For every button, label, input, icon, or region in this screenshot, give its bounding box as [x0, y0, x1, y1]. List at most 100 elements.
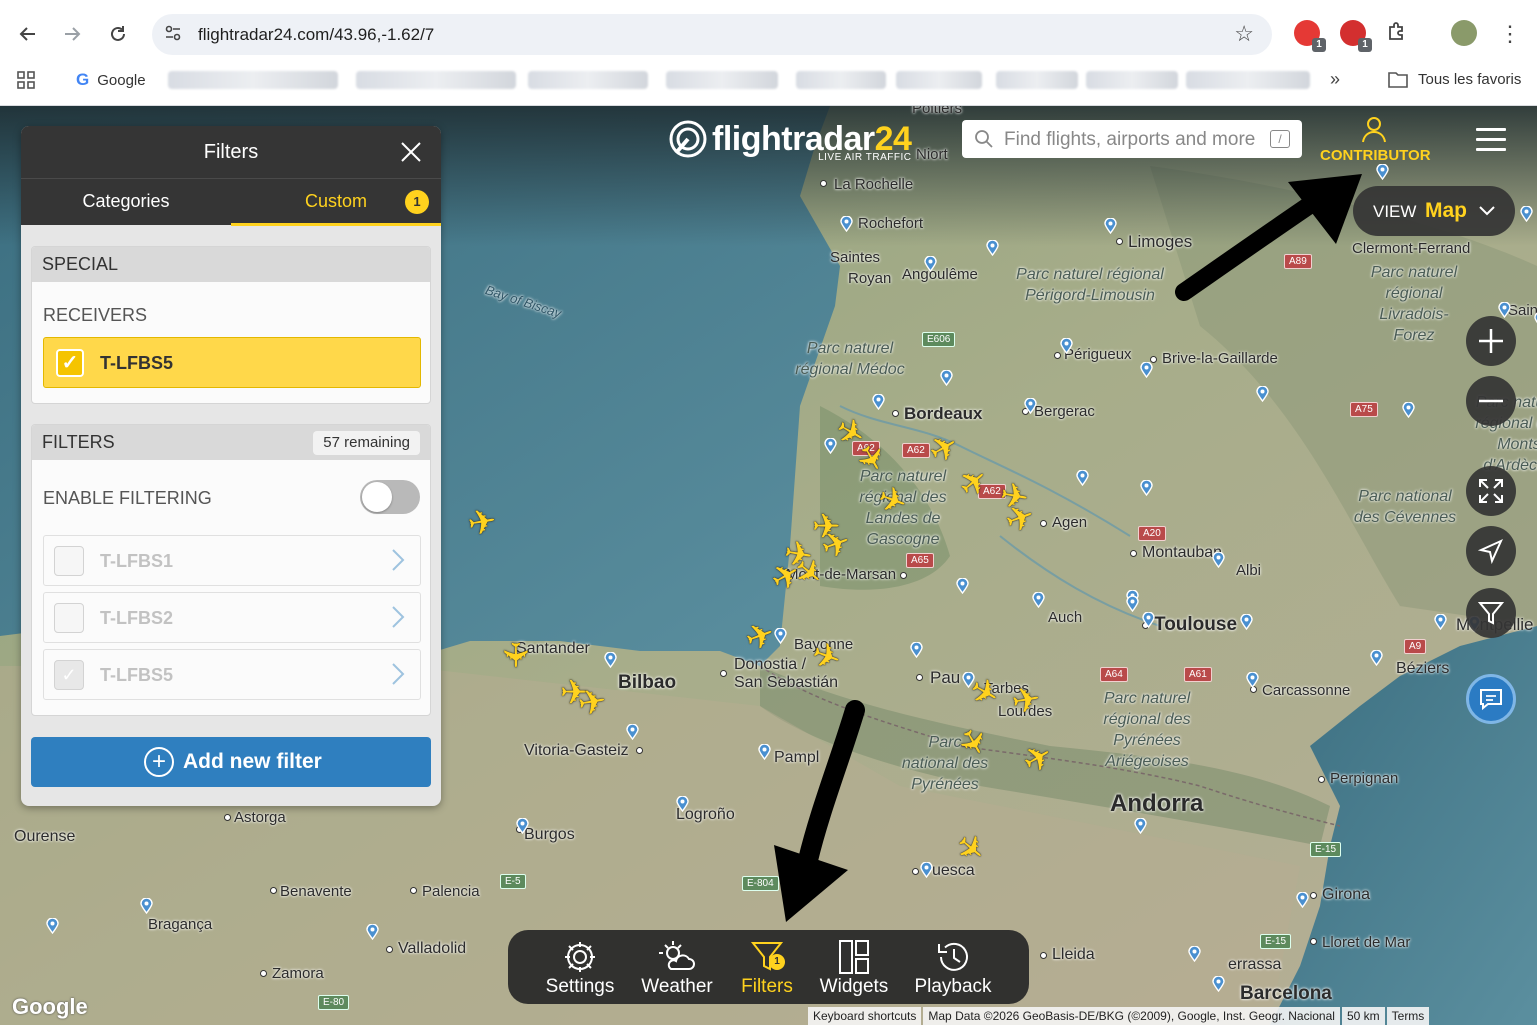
extension-icon[interactable]: 1 — [1294, 20, 1326, 52]
url-text[interactable]: flightradar24.com/43.96,-1.62/7 — [198, 25, 434, 45]
toolbar-label: Filters — [741, 976, 793, 997]
keyboard-shortcuts-link[interactable]: Keyboard shortcuts — [808, 1007, 922, 1025]
search-placeholder[interactable]: Find flights, airports and more — [1004, 129, 1255, 151]
city-label: Béziers — [1396, 660, 1450, 677]
my-location-button[interactable] — [1466, 526, 1516, 576]
tab-label: Custom — [304, 191, 367, 211]
receiver-item[interactable]: ✓ T-LFBS5 — [43, 337, 421, 388]
city-dot — [820, 180, 827, 187]
blurred-bookmark[interactable] — [1086, 71, 1178, 89]
feedback-chat-button[interactable] — [1466, 674, 1516, 724]
google-map-logo: Google — [12, 994, 88, 1019]
city-label: Sain — [1508, 302, 1537, 319]
city-dot — [900, 572, 907, 579]
extension-badge: 1 — [1358, 38, 1372, 52]
close-icon[interactable] — [399, 140, 423, 164]
zoom-out-button[interactable] — [1466, 376, 1516, 426]
forward-icon[interactable] — [56, 18, 88, 50]
more-bookmarks-icon[interactable]: » — [1330, 69, 1340, 90]
enable-filtering-toggle[interactable] — [360, 480, 420, 514]
aircraft-icon[interactable]: ✈ — [575, 682, 610, 724]
all-bookmarks[interactable]: Tous les favoris — [1388, 70, 1521, 88]
city-dot — [1318, 776, 1325, 783]
widgets-button[interactable]: Widgets — [810, 930, 898, 1004]
logo-tagline: LIVE AIR TRAFFIC — [818, 152, 912, 163]
reload-icon[interactable] — [102, 18, 134, 50]
receiver-pin-icon — [1060, 338, 1073, 354]
map-filter-button[interactable] — [1466, 588, 1516, 638]
receiver-pin-icon — [1240, 614, 1253, 630]
receiver-pin-icon — [1188, 946, 1201, 962]
remaining-badge: 57 remaining — [313, 431, 420, 455]
city-label: Périgueux — [1064, 346, 1132, 363]
bookmark-star-icon[interactable]: ☆ — [1234, 21, 1254, 47]
hamburger-menu-icon[interactable] — [1476, 128, 1506, 158]
map-data-credit: Map Data ©2026 GeoBasis-DE/BKG (©2009), … — [923, 1007, 1340, 1025]
filters-header-label: FILTERS — [42, 432, 115, 452]
terms-link[interactable]: Terms — [1386, 1007, 1430, 1025]
site-settings-icon[interactable] — [164, 24, 182, 47]
navigation-arrow-icon — [1477, 539, 1503, 565]
blurred-bookmark[interactable] — [528, 71, 648, 89]
filter-item[interactable]: ✓ T-LFBS5 — [43, 649, 421, 700]
blurred-bookmark[interactable] — [996, 71, 1078, 89]
contributor-button[interactable]: CONTRIBUTOR — [1320, 115, 1431, 164]
city-label: Girona — [1322, 886, 1371, 903]
aircraft-icon[interactable]: ✈ — [495, 641, 533, 670]
road-shield: E606 — [922, 332, 956, 347]
checkbox[interactable] — [54, 546, 84, 576]
bookmark-google[interactable]: G Google — [76, 70, 146, 90]
filter-item[interactable]: T-LFBS2 — [43, 592, 421, 643]
zoom-in-button[interactable] — [1466, 316, 1516, 366]
settings-button[interactable]: Settings — [530, 930, 630, 1004]
blurred-bookmark[interactable] — [356, 71, 516, 89]
city-label: Donostia / — [734, 656, 807, 673]
filter-item-label: T-LFBS2 — [100, 608, 174, 628]
city-label: Burgos — [524, 826, 575, 843]
city-dot — [270, 887, 277, 894]
receiver-pin-icon — [1370, 650, 1383, 666]
blurred-bookmark[interactable] — [666, 71, 778, 89]
blurred-bookmark[interactable] — [896, 71, 982, 89]
add-new-filter-button[interactable]: + Add new filter — [31, 737, 431, 787]
weather-button[interactable]: Weather — [630, 930, 724, 1004]
extension-badge: 1 — [1312, 38, 1326, 52]
receiver-pin-icon — [1134, 818, 1147, 834]
avatar[interactable] — [1451, 20, 1477, 46]
search-bar[interactable]: Find flights, airports and more / — [962, 120, 1302, 158]
extension-icon[interactable]: 1 — [1340, 20, 1372, 52]
check-icon[interactable]: ✓ — [56, 349, 84, 377]
blurred-bookmark[interactable] — [796, 71, 886, 89]
flightradar24-logo[interactable]: flightradar24 LIVE AIR TRAFFIC — [668, 116, 912, 163]
address-bar[interactable]: flightradar24.com/43.96,-1.62/7 ☆ — [152, 14, 1272, 55]
plus-icon — [1479, 329, 1503, 353]
city-label: Palencia — [422, 883, 480, 900]
city-dot — [720, 670, 727, 677]
city-label: Barcelona — [1240, 983, 1332, 1004]
receiver-pin-icon — [1520, 206, 1533, 222]
puzzle-icon[interactable] — [1385, 20, 1411, 46]
check-icon[interactable]: ✓ — [54, 660, 84, 690]
special-section: SPECIAL RECEIVERS ✓ T-LFBS5 — [31, 246, 431, 404]
back-icon[interactable] — [12, 18, 44, 50]
history-icon — [938, 942, 968, 971]
apps-grid-icon[interactable] — [16, 70, 36, 95]
city-dot — [1116, 238, 1123, 245]
blurred-bookmark[interactable] — [1186, 71, 1310, 89]
kebab-menu-icon[interactable]: ⋮ — [1494, 18, 1526, 50]
fullscreen-button[interactable] — [1466, 466, 1516, 516]
filter-item[interactable]: T-LFBS1 — [43, 535, 421, 586]
checkbox[interactable] — [54, 603, 84, 633]
widgets-icon — [839, 940, 869, 974]
view-selector[interactable]: VIEW Map — [1353, 186, 1515, 236]
road-shield: A20 — [1138, 526, 1166, 541]
aircraft-icon[interactable]: ✈ — [465, 502, 500, 544]
tab-custom[interactable]: Custom 1 — [231, 179, 441, 226]
playback-button[interactable]: Playback — [898, 930, 1008, 1004]
map-attribution: Keyboard shortcuts Map Data ©2026 GeoBas… — [806, 1007, 1430, 1025]
city-label: Vitoria-Gasteiz — [524, 742, 629, 759]
tab-categories[interactable]: Categories — [21, 179, 231, 226]
aircraft-icon[interactable]: ✈ — [1009, 680, 1044, 722]
filters-button[interactable]: 1 Filters — [724, 930, 810, 1004]
blurred-bookmark[interactable] — [168, 71, 338, 89]
